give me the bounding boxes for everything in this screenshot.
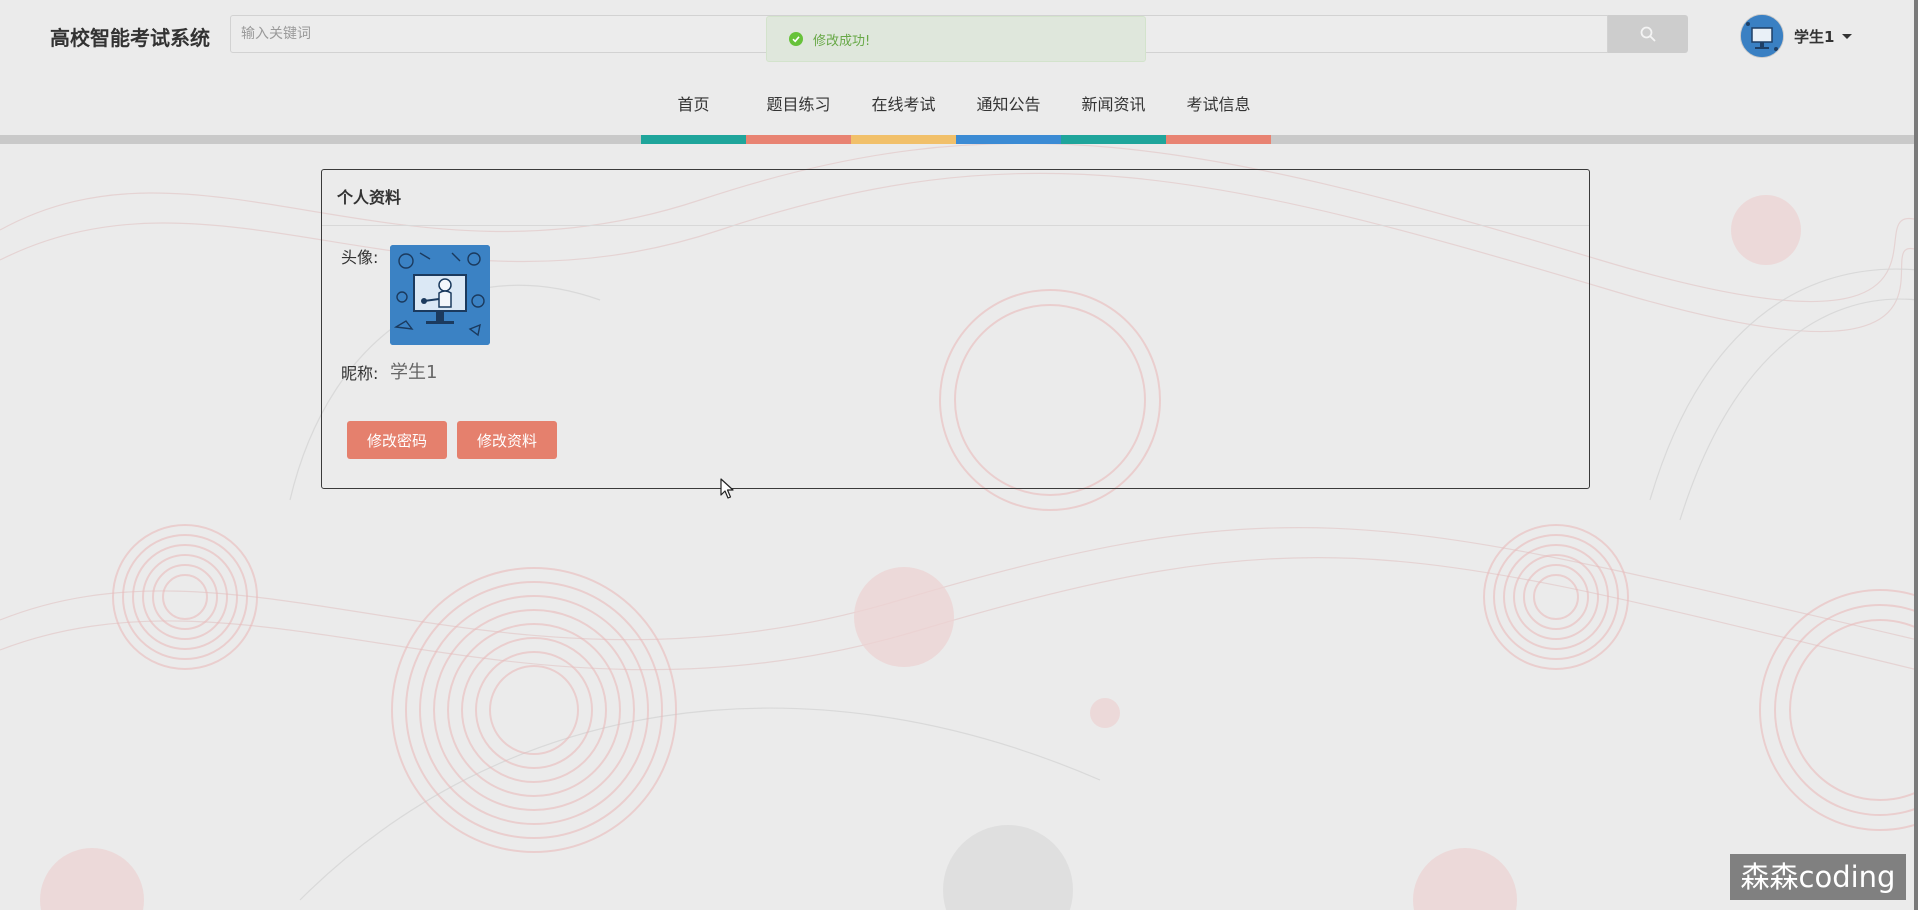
search-icon <box>1640 26 1656 42</box>
change-password-button[interactable]: 修改密码 <box>347 421 447 459</box>
nav-color-bar <box>1166 135 1271 144</box>
nav-item-label: 在线考试 <box>871 95 936 114</box>
nav-color-bar <box>956 135 1061 144</box>
profile-avatar-image <box>390 245 490 345</box>
nav-item-online-exam[interactable]: 在线考试 <box>851 88 956 144</box>
nav-item-announcements[interactable]: 通知公告 <box>956 88 1061 144</box>
user-name: 学生1 <box>1794 27 1835 46</box>
nav-item-news[interactable]: 新闻资讯 <box>1061 88 1166 144</box>
nickname-value: 学生1 <box>390 362 438 383</box>
nav-color-bar <box>851 135 956 144</box>
nav-item-exam-info[interactable]: 考试信息 <box>1166 88 1271 144</box>
edit-profile-button[interactable]: 修改资料 <box>457 421 557 459</box>
nav-item-label: 通知公告 <box>976 95 1041 114</box>
nav-item-label: 考试信息 <box>1186 95 1251 114</box>
nickname-label: 昵称: <box>341 364 379 383</box>
profile-card: 个人资料 头像: 昵称: 学生1 修改密码 修改资料 <box>321 169 1590 489</box>
nav-item-label: 新闻资讯 <box>1081 95 1146 114</box>
mouse-cursor-icon <box>720 478 734 499</box>
card-title: 个人资料 <box>322 170 1589 226</box>
nav-item-label: 首页 <box>677 95 710 114</box>
nav-item-label: 题目练习 <box>766 95 831 114</box>
avatar-label: 头像: <box>341 248 379 267</box>
search-button[interactable] <box>1608 15 1688 53</box>
user-menu[interactable]: 学生1 <box>1740 14 1853 58</box>
nav-color-bar <box>1061 135 1166 144</box>
nav-item-practice[interactable]: 题目练习 <box>746 88 851 144</box>
nav-color-bar <box>641 135 746 144</box>
scrollbar[interactable] <box>1914 0 1918 910</box>
toast-message: 修改成功! <box>813 33 871 49</box>
nav-item-home[interactable]: 首页 <box>641 88 746 144</box>
caret-down-icon <box>1842 33 1853 39</box>
site-title: 高校智能考试系统 <box>50 26 210 50</box>
avatar <box>1740 14 1784 58</box>
success-toast: 修改成功! <box>766 16 1146 62</box>
check-circle-icon <box>789 32 803 46</box>
watermark: 森森coding <box>1730 854 1906 900</box>
nav-color-bar <box>746 135 851 144</box>
